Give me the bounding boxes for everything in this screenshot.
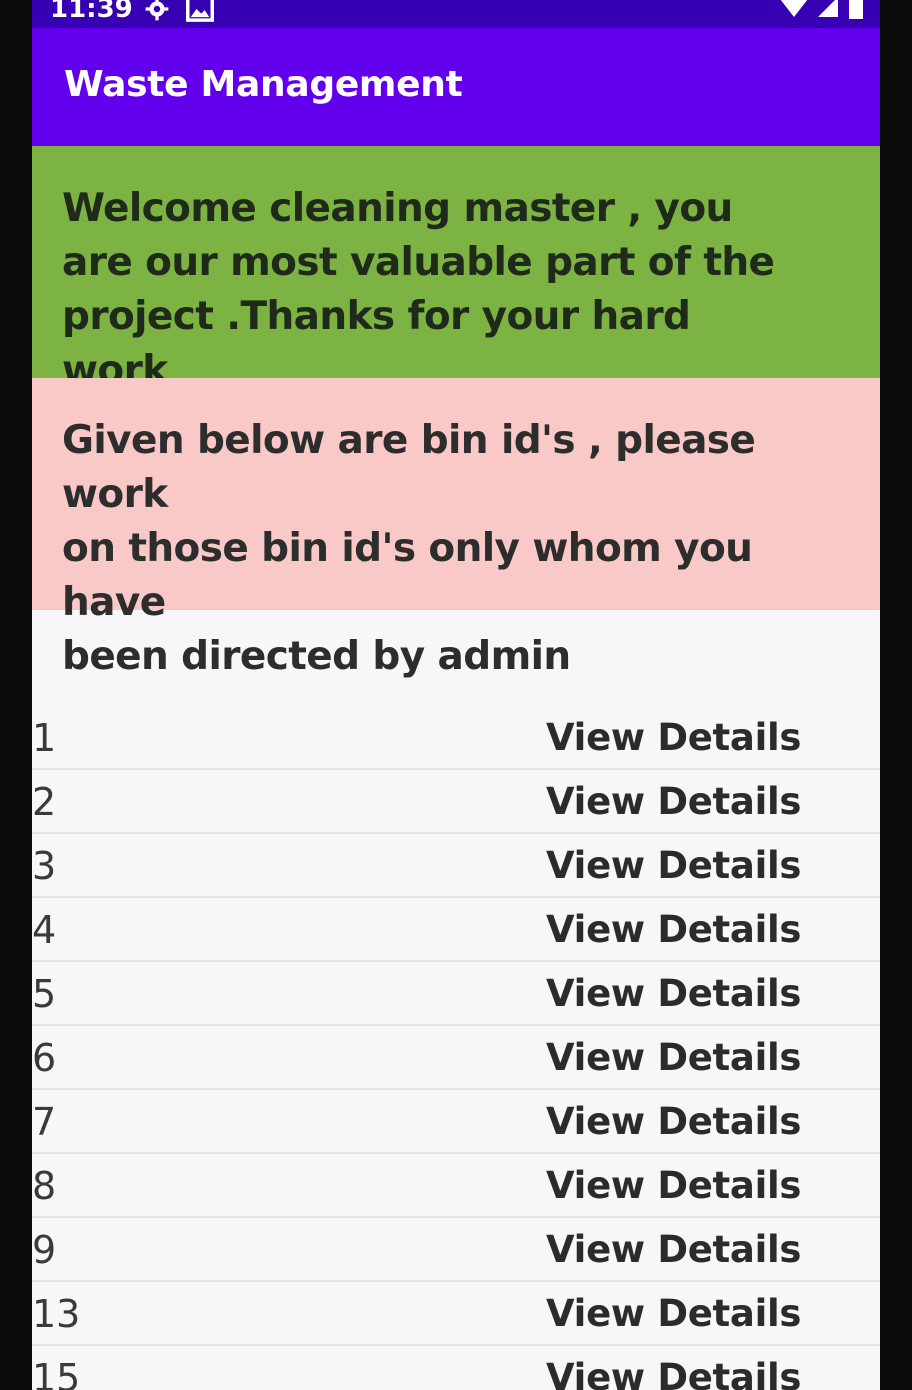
bin-id: 5 [32,972,57,1016]
app-screen: 11:39 Waste Management Welcome cleaning … [32,0,880,1390]
bin-row: 2 View Details [32,770,880,834]
bin-row: 15 View Details [32,1346,880,1390]
app-bar: Waste Management [32,28,880,146]
bin-row: 3 View Details [32,834,880,898]
bin-id: 9 [32,1228,57,1272]
gear-icon [144,0,170,26]
image-icon [186,0,214,26]
battery-icon [848,0,864,24]
signal-icon [816,0,840,23]
bin-row: 13 View Details [32,1282,880,1346]
bin-id: 15 [32,1356,81,1390]
app-title: Waste Management [64,64,463,105]
bin-row: 1 View Details [32,706,880,770]
status-bar: 11:39 [32,0,880,28]
bin-list: 1 View Details 2 View Details 3 View Det… [32,706,880,1390]
status-time: 11:39 [50,0,133,24]
welcome-message: Welcome cleaning master , you are our mo… [62,186,775,393]
bin-id: 4 [32,908,57,952]
bin-row: 9 View Details [32,1218,880,1282]
view-details-button[interactable]: View Details [546,1356,801,1390]
instructions-banner: Given below are bin id's , please work o… [32,378,880,679]
bin-row: 5 View Details [32,962,880,1026]
status-right-icons [780,0,864,24]
bin-id: 2 [32,780,57,824]
bin-row: 8 View Details [32,1154,880,1218]
bin-row: 7 View Details [32,1090,880,1154]
view-details-button[interactable]: View Details [546,1292,801,1336]
view-details-button[interactable]: View Details [546,1228,801,1272]
view-details-button[interactable]: View Details [546,972,801,1016]
view-details-button[interactable]: View Details [546,1164,801,1208]
bin-row: 4 View Details [32,898,880,962]
instructions-message: Given below are bin id's , please work o… [62,418,756,679]
view-details-button[interactable]: View Details [546,908,801,952]
wifi-icon [780,0,808,23]
bin-id: 1 [32,716,57,760]
status-left-icons [144,0,214,26]
view-details-button[interactable]: View Details [546,716,801,760]
bin-id: 7 [32,1100,57,1144]
bin-id: 6 [32,1036,57,1080]
bin-row: 6 View Details [32,1026,880,1090]
view-details-button[interactable]: View Details [546,844,801,888]
welcome-banner: Welcome cleaning master , you are our mo… [32,146,880,393]
bin-id: 13 [32,1292,81,1336]
view-details-button[interactable]: View Details [546,1036,801,1080]
bin-id: 8 [32,1164,57,1208]
view-details-button[interactable]: View Details [546,780,801,824]
view-details-button[interactable]: View Details [546,1100,801,1144]
device-frame: 11:39 Waste Management Welcome cleaning … [0,0,912,1390]
bin-id: 3 [32,844,57,888]
